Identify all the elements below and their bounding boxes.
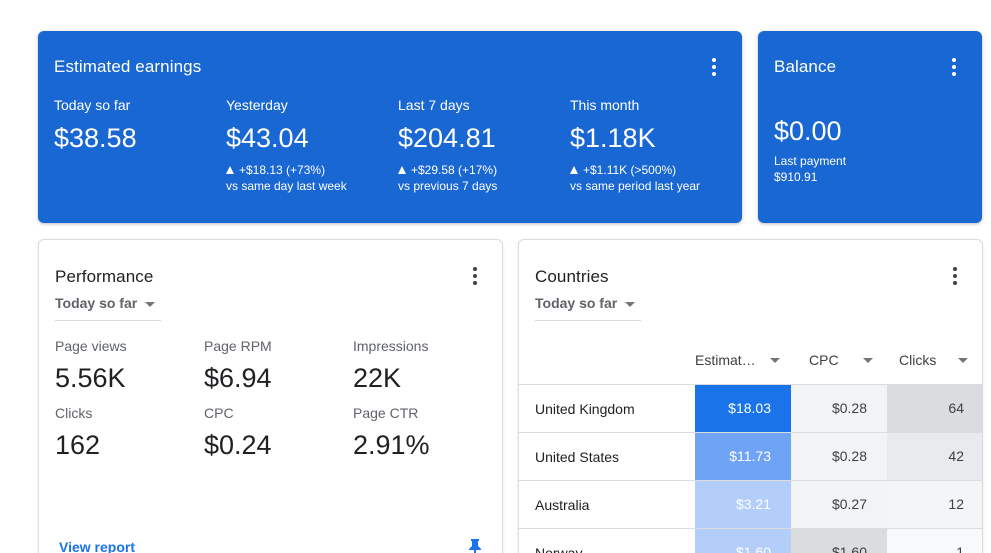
country-name: Norway: [535, 545, 583, 553]
balance-card: Balance $0.00 Last payment $910.91: [758, 31, 982, 223]
arrow-drop-down-icon: [769, 357, 780, 363]
cell-earnings: $3.21: [695, 481, 791, 529]
metric-value: 5.56K: [55, 363, 126, 393]
trend-up-icon: [570, 166, 578, 174]
performance-card: Performance Today so far Page views 5.56…: [38, 239, 503, 553]
cell-clicks: 1: [887, 529, 982, 553]
column-header-estimated-earnings[interactable]: Estimat…: [695, 352, 791, 368]
cell-cpc: $1.60: [791, 529, 887, 553]
cell-clicks: 42: [887, 433, 982, 481]
performance-period-label: Today so far: [55, 295, 138, 311]
metric-label: Page CTR: [353, 405, 419, 421]
column-header-clicks[interactable]: Clicks: [899, 352, 982, 368]
metric-cpc: CPC $0.24: [204, 405, 344, 461]
metric-page-ctr: Page CTR 2.91%: [353, 405, 493, 461]
trend-up-icon: [226, 166, 234, 174]
countries-card: Countries Today so far Estimat… CPC Clic…: [518, 239, 983, 553]
performance-more-icon[interactable]: [465, 264, 485, 288]
metric-label: Clicks: [55, 405, 93, 421]
earnings-title: Estimated earnings: [54, 57, 202, 76]
metric-value: 2.91%: [353, 430, 430, 460]
country-name: United Kingdom: [535, 401, 635, 417]
earnings-more-icon[interactable]: [704, 55, 724, 79]
trend-up-icon: [398, 166, 406, 174]
metric-value: $6.94: [204, 363, 272, 393]
column-header-cpc[interactable]: CPC: [809, 352, 895, 368]
earnings-last-7-days: Last 7 days $204.81 +$29.58 (+17%) vs pr…: [398, 97, 570, 194]
balance-more-icon[interactable]: [944, 55, 964, 79]
countries-period-dropdown[interactable]: Today so far: [535, 295, 641, 321]
earnings-today-label: Today so far: [54, 97, 131, 113]
earnings-last-7-days-comparison: vs previous 7 days: [398, 179, 498, 193]
estimated-earnings-card: Estimated earnings Today so far $38.58 Y…: [38, 31, 742, 223]
metric-page-views: Page views 5.56K: [55, 338, 195, 394]
country-name: United States: [535, 449, 620, 465]
metric-clicks: Clicks 162: [55, 405, 195, 461]
metric-value: 162: [55, 430, 101, 460]
metric-impressions: Impressions 22K: [353, 338, 493, 394]
last-payment-label: Last payment: [774, 154, 847, 168]
earnings-yesterday-change: +$18.13 (+73%): [226, 162, 398, 178]
table-row[interactable]: Norway $1.60 $1.60 1: [519, 528, 982, 553]
earnings-yesterday-value: $43.04: [226, 123, 309, 153]
earnings-yesterday: Yesterday $43.04 +$18.13 (+73%) vs same …: [226, 97, 398, 194]
cell-earnings: $1.60: [695, 529, 791, 553]
countries-title: Countries: [535, 267, 609, 286]
column-header-label: CPC: [809, 352, 839, 368]
earnings-last-7-days-change: +$29.58 (+17%): [398, 162, 570, 178]
earnings-this-month-change: +$1.11K (>500%): [570, 162, 742, 178]
cell-cpc: $0.28: [791, 385, 887, 433]
countries-period-label: Today so far: [535, 295, 618, 311]
earnings-last-7-days-label: Last 7 days: [398, 97, 470, 113]
earnings-yesterday-label: Yesterday: [226, 97, 288, 113]
metric-label: CPC: [204, 405, 234, 421]
column-header-label: Clicks: [899, 352, 937, 368]
cell-cpc: $0.28: [791, 433, 887, 481]
cell-earnings: $11.73: [695, 433, 791, 481]
earnings-this-month-comparison: vs same period last year: [570, 179, 701, 193]
balance-value: $0.00: [774, 116, 842, 146]
metric-label: Page views: [55, 338, 127, 354]
earnings-today: Today so far $38.58: [54, 97, 226, 154]
country-name: Australia: [535, 497, 590, 513]
last-payment-value: $910.91: [774, 170, 818, 184]
table-row[interactable]: Australia $3.21 $0.27 12: [519, 480, 982, 529]
countries-more-icon[interactable]: [945, 264, 965, 288]
cell-clicks: 64: [887, 385, 982, 433]
table-row[interactable]: United Kingdom $18.03 $0.28 64: [519, 384, 982, 433]
earnings-this-month-value: $1.18K: [570, 123, 656, 153]
view-report-link[interactable]: View report: [59, 539, 135, 553]
earnings-yesterday-comparison: vs same day last week: [226, 179, 347, 193]
performance-title: Performance: [55, 267, 154, 286]
cell-clicks: 12: [887, 481, 982, 529]
metric-value: 22K: [353, 363, 402, 393]
earnings-last-7-days-value: $204.81: [398, 123, 496, 153]
pin-icon[interactable]: [467, 538, 483, 553]
arrow-drop-down-icon: [625, 302, 636, 307]
performance-period-dropdown[interactable]: Today so far: [55, 295, 161, 321]
metric-label: Page RPM: [204, 338, 272, 354]
metric-page-rpm: Page RPM $6.94: [204, 338, 344, 394]
balance-title: Balance: [774, 57, 837, 76]
metric-value: $0.24: [204, 430, 272, 460]
cell-earnings: $18.03: [695, 385, 791, 433]
earnings-today-value: $38.58: [54, 123, 137, 153]
arrow-drop-down-icon: [862, 357, 873, 363]
earnings-this-month: This month $1.18K +$1.11K (>500%) vs sam…: [570, 97, 742, 194]
earnings-this-month-label: This month: [570, 97, 640, 113]
metric-label: Impressions: [353, 338, 429, 354]
arrow-drop-down-icon: [958, 357, 969, 363]
cell-cpc: $0.27: [791, 481, 887, 529]
arrow-drop-down-icon: [145, 302, 156, 307]
column-header-label: Estimat…: [695, 352, 756, 368]
table-row[interactable]: United States $11.73 $0.28 42: [519, 432, 982, 481]
